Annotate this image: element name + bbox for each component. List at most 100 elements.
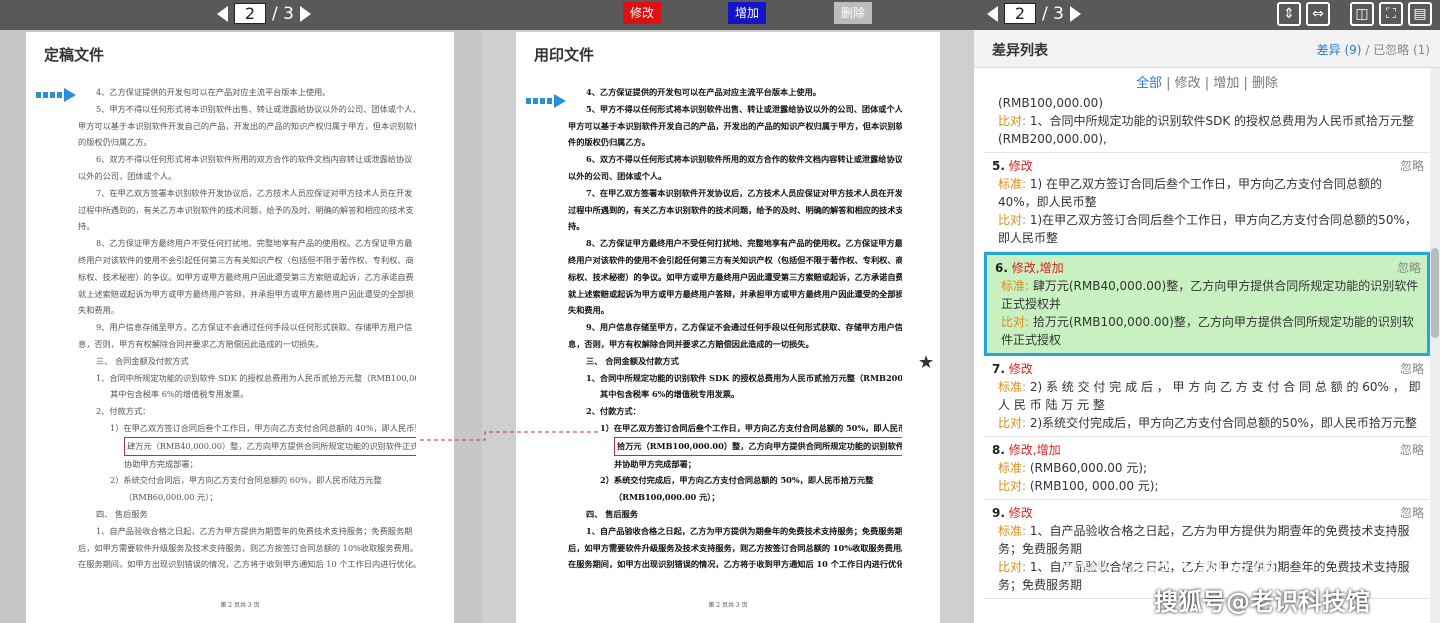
diff-item[interactable]: 5. 修改 忽略 标准: 1) 在甲乙双方签订合同后叁个工作日，甲方向乙方支付合同总… — [984, 153, 1430, 252]
document-line: 8、乙方保证甲方最终用户不受任何打扰地、完整地享有产品的使用权。乙方保证甲方最 — [586, 238, 902, 249]
document-line: 拾万元（RMB100,000.00）整，乙方向甲方提供合同所规定功能的识别软件正… — [568, 436, 902, 456]
add-filter-button[interactable]: 增加 — [728, 2, 766, 24]
toolbar: 2 / 3 修改 增加 删除 2 / 3 ⇕ ⇔ ◫ ⛶ ▤ — [0, 0, 1440, 30]
document-line: 以外的公司、团体或个人。 — [568, 170, 667, 181]
diff-item-number: 5. — [992, 159, 1005, 173]
right-page-total: / 3 — [1042, 3, 1064, 24]
highlighted-diff-box[interactable]: 拾万元（RMB100,000.00）整，乙方向甲方提供合同所规定功能的识别软件正… — [614, 436, 902, 456]
document-line: 并协助甲方完成部署； — [614, 458, 696, 469]
diff-item[interactable]: 7. 修改 忽略标准: 2) 系 统 交 付 完 成 后 ， 甲 方 向 乙 方 … — [984, 356, 1430, 437]
left-pager: 2 / 3 — [217, 3, 311, 24]
document-line: 失和费用。 — [78, 305, 119, 316]
filter-delete[interactable]: 删除 — [1252, 76, 1278, 91]
document-line: 甲方可以基于本识别软件开发自己的产品，开发出的产品的知识产权归属于甲方，但本识别… — [78, 120, 416, 131]
diff-item-type: 修改 — [1008, 506, 1033, 520]
diff-count-tab[interactable]: 差异 (9) — [1317, 43, 1362, 57]
document-line: 三、 合同金额及付款方式 — [586, 355, 679, 366]
diff-scrollbar-thumb[interactable] — [1431, 248, 1439, 338]
document-line: 6、双方不得以任何形式将本识别软件所用的双方合作的软件文档内容转让或泄露给协议 — [96, 154, 413, 165]
right-page-title: 用印文件 — [534, 46, 595, 64]
next-page-left-icon[interactable] — [299, 5, 311, 22]
right-diff-arrow-icon — [526, 94, 566, 108]
standard-label: 标准: — [998, 524, 1027, 538]
diff-item-number: 7. — [992, 362, 1005, 376]
diff-item[interactable]: 8. 修改,增加 忽略 标准: (RMB60,000.00 元); 比对: (RMB1… — [984, 437, 1430, 500]
diff-filters: 全部 | 修改 | 增加 | 删除 — [1135, 76, 1279, 91]
document-line: 四、 售后服务 — [96, 508, 148, 519]
left-page-footer: 第 2 页共 3 页 — [220, 602, 260, 609]
document-icon[interactable]: ▤ — [1408, 2, 1432, 26]
document-line: 就上述索赔或起诉为甲方或甲方最终用户答辩，并承担甲方或甲方最终用户因此遭受的全部… — [568, 288, 902, 299]
document-line: 后，如甲方需要软件升级服务及技术支持服务，则乙方按签订合同总额的 10%收取服务… — [568, 542, 902, 553]
compare-text: 2)系统交付完成后，甲方向乙方支付合同总额的50%，即人民币拾万元整 — [1026, 416, 1417, 430]
document-line: 息，否则，甲方有权解除合同并要求乙方赔偿因此造成的一切损失。 — [568, 338, 814, 349]
filter-modify[interactable]: 修改 — [1175, 76, 1201, 91]
right-page-footer: 第 2 页共 3 页 — [708, 602, 748, 609]
document-line: 后，如甲方需要软件升级服务及技术支持服务，则乙方按签订合同总额的 10%收取服务… — [78, 542, 416, 553]
modify-filter-button[interactable]: 修改 — [623, 2, 661, 24]
compare-text: 1)在甲乙双方签订合同后叁个工作日，甲方向乙方支付合同总额的50%，即人民币整 — [998, 213, 1417, 245]
compare-label: 比对: — [998, 479, 1027, 493]
document-line: 失和费用。 — [568, 305, 609, 316]
document-line: （RMB60,000.00 元）； — [124, 492, 218, 503]
document-line: 过程中所遇到的，有关乙方本识别软件的技术问题，给予的及时、明确的解答和相应的技术… — [78, 204, 414, 215]
standard-label: 标准: — [998, 380, 1027, 394]
document-line: 肆万元（RMB40,000.00）整，乙方向甲方提供合同所规定功能的识别软件正式… — [78, 436, 416, 456]
right-page-text: 4、乙方保证提供的开发包可以在产品对应主流平台版本上使用。 5、甲方不得以任何形式… — [568, 84, 902, 573]
prev-page-left-icon[interactable] — [217, 5, 228, 22]
document-line: 7、在甲乙双方签署本识别软件开发协议后，乙方技术人员应保证对甲方技术人员在开发 — [96, 187, 413, 198]
document-line: 息，否则，甲方有权解除合同并要求乙方赔偿因此造成的一切损失。 — [78, 338, 324, 349]
diff-item-type: 修改 — [1008, 362, 1033, 376]
highlighted-diff-box[interactable]: 肆万元（RMB40,000.00）整，乙方向甲方提供合同所规定功能的识别软件正式… — [124, 436, 416, 456]
right-page-input[interactable]: 2 — [1004, 3, 1036, 24]
diff-scrollbar[interactable] — [1430, 68, 1440, 623]
diff-item-type: 修改,增加 — [1008, 443, 1061, 457]
standard-text: 1) 在甲乙双方签订合同后叁个工作日，甲方向乙方支付合同总额的 40%，即人民币… — [998, 177, 1382, 209]
standard-text: 2) 系 统 交 付 完 成 后 ， 甲 方 向 乙 方 支 付 合 同 总 额… — [998, 380, 1421, 412]
document-line: 1）在甲乙双方签订合同后叁个工作日，甲方向乙方支付合同总额的 40%，即人民币整 — [110, 422, 416, 433]
diff-panel: 差异列表 差异 (9) / 已忽略 (1) 全部 | 修改 | 增加 | 删除 … — [974, 30, 1440, 623]
right-pager: 2 / 3 — [987, 3, 1081, 24]
document-line: 2、付款方式： — [586, 406, 641, 417]
ignore-button[interactable]: 忽略 — [1397, 259, 1421, 277]
sohu-watermark: 搜狐号@老识科技馆 — [1154, 588, 1370, 616]
diff-item-type: 修改,增加 — [1011, 261, 1064, 275]
ignore-button[interactable]: 忽略 — [1400, 360, 1424, 378]
zhihu-watermark: 知乎 @老识科技馆 — [1060, 554, 1278, 584]
document-line: 其中包含税率 6%的增值税专用发票。 — [600, 389, 740, 400]
fit-height-icon[interactable]: ⇕ — [1277, 2, 1301, 26]
document-line: 1、合同中所规定功能的识别软件 SDK 的授权总费用为人民币贰拾万元整（RMB2… — [586, 372, 902, 383]
delete-filter-button[interactable]: 删除 — [834, 2, 872, 24]
diff-item[interactable]: 6. 修改,增加 忽略 标准: 肆万元(RMB40,000.00)整，乙方向甲方提供… — [984, 252, 1430, 356]
document-line: 就上述索赔或起诉为甲方或甲方最终用户答辩，并承担甲方或甲方最终用户因此遭受的全部… — [78, 288, 414, 299]
document-line: 1、合同中所规定功能的识别软件 SDK 的授权总费用为人民币贰拾万元整（RMB1… — [96, 372, 416, 383]
document-line: 持。 — [78, 221, 95, 232]
diff-item-4-tail[interactable]: (RMB100,000.00) 比对: 1、合同中所规定功能的识别软件SDK 的… — [984, 94, 1430, 153]
left-page-input[interactable]: 2 — [234, 3, 266, 24]
diff-item-number: 8. — [992, 443, 1005, 457]
ignored-count-tab[interactable]: 已忽略 (1) — [1373, 43, 1430, 57]
split-view-icon[interactable]: ◫ — [1350, 2, 1374, 26]
document-line: 2）系统交付合同后，甲方向乙方支付合同总额的 60%，即人民币陆万元整 — [110, 475, 382, 486]
document-line: 终用户对该软件的使用不会引起任何第三方有关知识产权（包括但不限于著作权、专利权、… — [78, 254, 414, 265]
document-line: 7、在甲乙双方签署本识别软件开发协议后，乙方技术人员应保证对甲方技术人员在开发 — [586, 187, 902, 198]
document-line: 2）系统交付完成后，甲方向乙方支付合同总额的 50%，即人民币拾万元整 — [600, 475, 874, 486]
ignore-button[interactable]: 忽略 — [1400, 441, 1424, 459]
filter-add[interactable]: 增加 — [1213, 76, 1239, 91]
fullscreen-icon[interactable]: ⛶ — [1379, 2, 1403, 26]
filter-all[interactable]: 全部 — [1136, 76, 1162, 91]
document-line: 6、双方不得以任何形式将本识别软件所用的双方合作的软件文档内容转让或泄露给协议 — [586, 154, 902, 165]
ignore-button[interactable]: 忽略 — [1400, 157, 1424, 175]
ignore-button[interactable]: 忽略 — [1400, 504, 1424, 522]
compare-label: 比对: — [998, 560, 1027, 574]
next-page-right-icon[interactable] — [1069, 5, 1081, 22]
standard-label: 标准: — [1001, 279, 1030, 293]
right-document-page: 用印文件 4、乙方保证提供的开发包可以在产品对应主流平台版本上使用。 5、甲方不得… — [516, 32, 940, 623]
diff-items: 5. 修改 忽略 标准: 1) 在甲乙双方签订合同后叁个工作日，甲方向乙方支付合同总… — [984, 153, 1430, 599]
fit-width-icon[interactable]: ⇔ — [1306, 2, 1330, 26]
standard-label: 标准: — [998, 461, 1027, 475]
prev-page-right-icon[interactable] — [987, 5, 998, 22]
document-line: 的版权仍归属乙方。 — [78, 137, 152, 148]
document-line: 四、 售后服务 — [586, 508, 638, 519]
document-line: 5、甲方不得以任何形式将本识别软件出售、转让或泄露给协议以外的公司、团体或个人， — [96, 103, 416, 114]
